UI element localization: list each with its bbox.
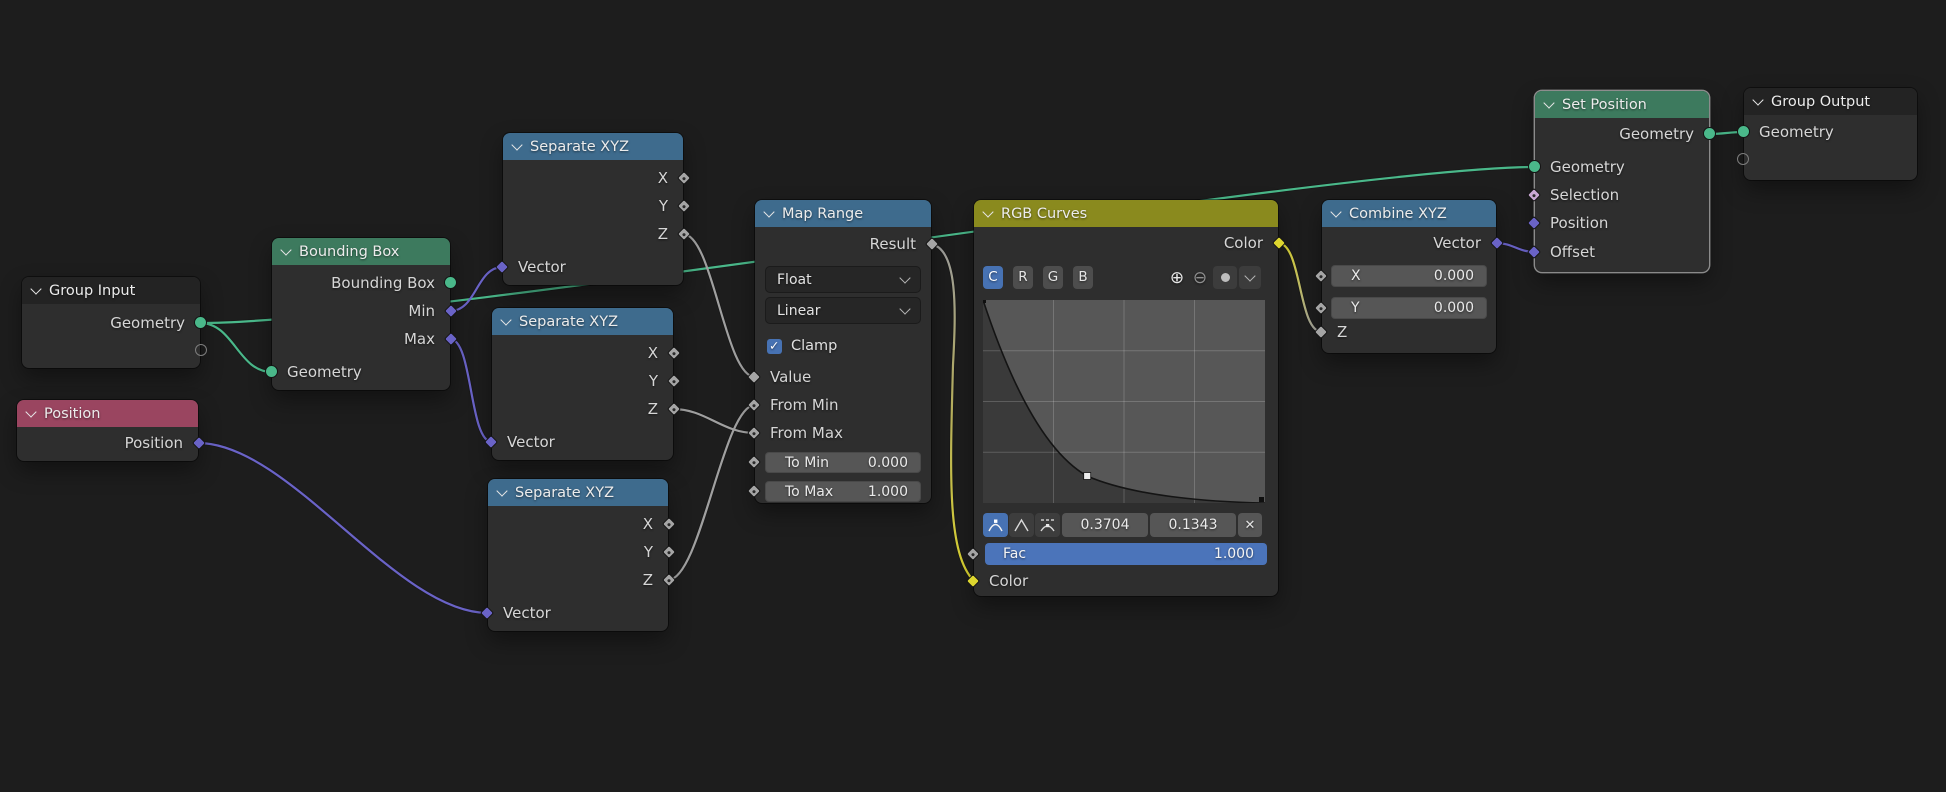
- channel-g-button[interactable]: G: [1043, 266, 1063, 289]
- node-header[interactable]: Combine XYZ: [1322, 200, 1496, 227]
- chevron-down-icon: [899, 303, 910, 314]
- node-header[interactable]: Bounding Box: [272, 238, 450, 265]
- socket-geometry-output[interactable]: [194, 316, 207, 329]
- to-min-field[interactable]: To Min 0.000: [765, 452, 921, 473]
- socket-geometry-input[interactable]: [1737, 125, 1750, 138]
- handle-vector-icon: [1013, 518, 1030, 533]
- node-title: Separate XYZ: [519, 314, 618, 330]
- node-title: Group Input: [49, 283, 135, 299]
- curve-endpoint-end[interactable]: [1259, 497, 1264, 502]
- node-title: Set Position: [1562, 97, 1647, 113]
- handle-auto-icon: [987, 518, 1004, 533]
- socket-geometry-input[interactable]: [1528, 160, 1541, 173]
- point-y-field[interactable]: 0.1343: [1150, 513, 1236, 537]
- collapse-chevron-icon[interactable]: [500, 314, 511, 325]
- point-x-field[interactable]: 0.3704: [1062, 513, 1148, 537]
- socket-geometry-input[interactable]: [265, 365, 278, 378]
- zoom-out-icon[interactable]: ⊖: [1189, 266, 1211, 289]
- node-header[interactable]: Separate XYZ: [488, 479, 668, 506]
- collapse-chevron-icon[interactable]: [1752, 94, 1763, 105]
- node-group-input[interactable]: Group Input Geometry: [22, 277, 200, 368]
- clamp-checkbox[interactable]: Clamp: [767, 338, 837, 354]
- node-title: Combine XYZ: [1349, 206, 1447, 222]
- collapse-chevron-icon[interactable]: [25, 406, 36, 417]
- node-header[interactable]: Position: [17, 400, 198, 427]
- channel-r-button[interactable]: R: [1013, 266, 1033, 289]
- node-header[interactable]: Group Input: [22, 277, 200, 304]
- curve-point-options-button[interactable]: [1213, 266, 1237, 289]
- node-header[interactable]: Separate XYZ: [503, 133, 683, 160]
- interpolation-dropdown[interactable]: Linear: [765, 297, 921, 324]
- wire-groupinput-to-boundingbox[interactable]: [200, 323, 272, 372]
- node-header[interactable]: Separate XYZ: [492, 308, 673, 335]
- node-header[interactable]: Map Range: [755, 200, 931, 227]
- socket-row-geometry: Geometry: [22, 309, 200, 337]
- node-separate-xyz-3[interactable]: Separate XYZ X Y Z Vector: [488, 479, 668, 631]
- fac-slider[interactable]: Fac 1.000: [985, 543, 1267, 565]
- to-max-field[interactable]: To Max 1.000: [765, 481, 921, 502]
- node-header[interactable]: RGB Curves: [974, 200, 1278, 227]
- node-rgb-curves[interactable]: RGB Curves Color C R G B ⊕ ⊖: [974, 200, 1278, 596]
- node-separate-xyz-2[interactable]: Separate XYZ X Y Z Vector: [492, 308, 673, 460]
- collapse-chevron-icon[interactable]: [280, 244, 291, 255]
- node-set-position[interactable]: Set Position Geometry Geometry Selection…: [1535, 91, 1709, 272]
- node-group-output[interactable]: Group Output Geometry: [1744, 88, 1917, 180]
- wire-max-to-separatexyz2[interactable]: [450, 339, 492, 442]
- node-separate-xyz-1[interactable]: Separate XYZ X Y Z Vector: [503, 133, 683, 285]
- data-type-dropdown[interactable]: Float: [765, 266, 921, 293]
- collapse-chevron-icon[interactable]: [1330, 206, 1341, 217]
- collapse-chevron-icon[interactable]: [1543, 97, 1554, 108]
- handle-auto-button[interactable]: [983, 513, 1008, 537]
- handle-clamped-icon: [1039, 518, 1056, 533]
- collapse-chevron-icon[interactable]: [30, 283, 41, 294]
- chevron-down-icon: [1244, 270, 1255, 281]
- y-field[interactable]: Y 0.000: [1331, 297, 1487, 319]
- chevron-down-icon: [899, 272, 910, 283]
- socket-geometry-output[interactable]: [1703, 127, 1716, 140]
- collapse-chevron-icon[interactable]: [763, 206, 774, 217]
- node-title: Separate XYZ: [530, 139, 629, 155]
- curve-endpoint-start[interactable]: [983, 300, 986, 303]
- node-title: Bounding Box: [299, 244, 399, 260]
- collapse-chevron-icon[interactable]: [982, 206, 993, 217]
- x-field[interactable]: X 0.000: [1331, 265, 1487, 287]
- curve-editor[interactable]: [983, 300, 1265, 503]
- collapse-chevron-icon[interactable]: [511, 139, 522, 150]
- handle-clamped-button[interactable]: [1035, 513, 1060, 537]
- node-position[interactable]: Position Position: [17, 400, 198, 461]
- node-editor-canvas[interactable]: Group Input Geometry Position Position B…: [0, 0, 1946, 792]
- socket-row-position: Position: [17, 429, 198, 457]
- delete-point-button[interactable]: ✕: [1238, 513, 1262, 537]
- wire-z-to-value[interactable]: [683, 234, 755, 377]
- node-bounding-box[interactable]: Bounding Box Bounding Box Min Max Geomet…: [272, 238, 450, 390]
- wire-color-to-z[interactable]: [1278, 243, 1322, 332]
- node-combine-xyz[interactable]: Combine XYZ Vector X 0.000 Y 0.000 Z: [1322, 200, 1496, 353]
- node-map-range[interactable]: Map Range Result Float Linear Clamp Valu…: [755, 200, 931, 503]
- socket-virtual[interactable]: [195, 344, 207, 356]
- node-title: RGB Curves: [1001, 206, 1087, 222]
- collapse-chevron-icon[interactable]: [496, 485, 507, 496]
- wire-min-to-separatexyz1[interactable]: [450, 267, 503, 311]
- checkbox-checked-icon[interactable]: [767, 339, 782, 354]
- socket-virtual[interactable]: [1737, 153, 1749, 165]
- node-header[interactable]: Set Position: [1535, 91, 1709, 118]
- wire-position-to-separatexyz3[interactable]: [198, 443, 488, 613]
- zoom-in-icon[interactable]: ⊕: [1166, 266, 1188, 289]
- socket-boundingbox-output[interactable]: [444, 276, 457, 289]
- curve-tools-dropdown[interactable]: [1239, 266, 1261, 289]
- handle-vector-button[interactable]: [1009, 513, 1034, 537]
- channel-c-button[interactable]: C: [983, 266, 1003, 289]
- node-title: Group Output: [1771, 94, 1870, 110]
- node-title: Map Range: [782, 206, 863, 222]
- node-title: Separate XYZ: [515, 485, 614, 501]
- node-title: Position: [44, 406, 100, 422]
- curve-selected-point[interactable]: [1084, 473, 1091, 480]
- node-header[interactable]: Group Output: [1744, 88, 1917, 115]
- channel-b-button[interactable]: B: [1073, 266, 1093, 289]
- point-icon: [1221, 273, 1230, 282]
